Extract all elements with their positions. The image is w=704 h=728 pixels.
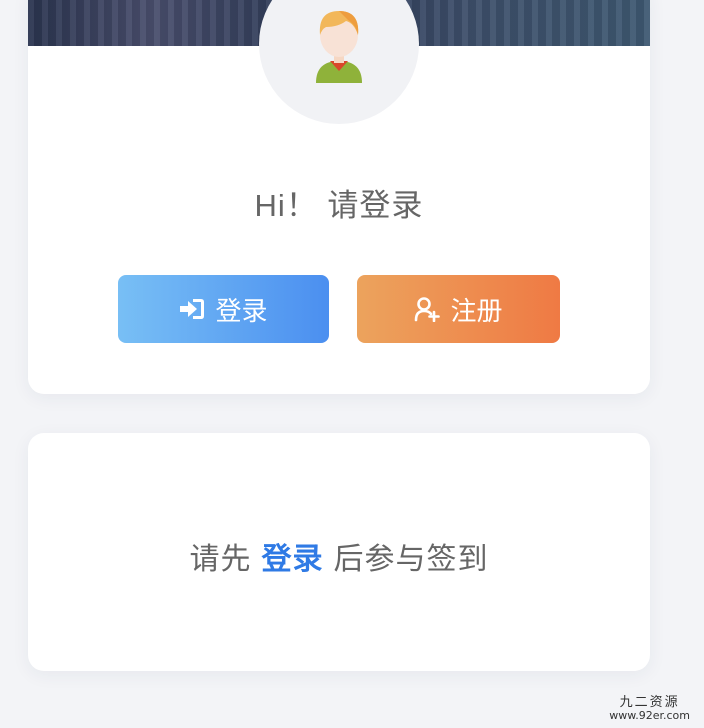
checkin-login-link[interactable]: 登录 xyxy=(262,543,324,576)
avatar[interactable] xyxy=(259,0,419,124)
profile-card: Hi！ 请登录 登录 注册 xyxy=(28,0,650,394)
checkin-card: 请先 登录 后参与签到 xyxy=(28,433,650,671)
register-button[interactable]: 注册 xyxy=(357,275,560,343)
checkin-prefix: 请先 xyxy=(189,543,252,576)
sign-in-icon xyxy=(179,298,205,320)
login-greeting: Hi！ 请登录 xyxy=(254,188,424,223)
checkin-prompt: 请先 登录 后参与签到 xyxy=(28,534,650,578)
checkin-suffix: 后参与签到 xyxy=(333,543,489,576)
watermark-title: 九二资源 xyxy=(619,694,680,710)
login-button-label: 登录 xyxy=(215,295,268,326)
user-plus-icon xyxy=(414,296,441,322)
default-avatar-icon xyxy=(316,11,362,83)
watermark-url: www.92er.com xyxy=(609,708,690,722)
login-button[interactable]: 登录 xyxy=(118,275,329,343)
watermark: 九二资源 www.92er.com xyxy=(609,694,690,722)
register-button-label: 注册 xyxy=(450,295,503,326)
